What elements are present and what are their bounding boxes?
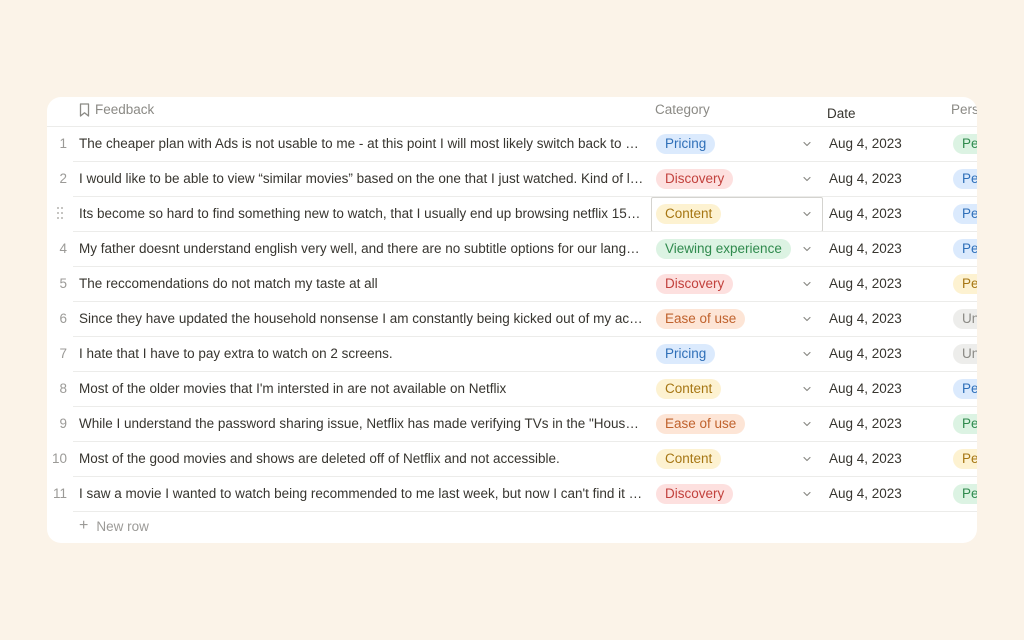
persona-tag[interactable]: Pe xyxy=(953,449,977,469)
row-number: 5 xyxy=(59,276,67,291)
row-number: 10 xyxy=(51,451,67,466)
category-cell[interactable]: Viewing experience xyxy=(651,232,823,267)
feedback-cell[interactable]: I would like to be able to view “similar… xyxy=(79,171,644,186)
date-cell[interactable]: Aug 4, 2023 xyxy=(829,171,902,186)
date-cell[interactable]: Aug 4, 2023 xyxy=(829,346,902,361)
row-number: 7 xyxy=(59,346,67,361)
category-cell[interactable]: Ease of use xyxy=(651,302,823,337)
date-cell[interactable]: Aug 4, 2023 xyxy=(829,416,902,431)
feedback-cell[interactable]: Since they have updated the household no… xyxy=(79,311,644,326)
column-header-persona[interactable]: Pers xyxy=(951,102,977,117)
feedback-cell[interactable]: My father doesnt understand english very… xyxy=(79,241,644,256)
bookmark-icon xyxy=(79,102,90,117)
category-tag: Content xyxy=(656,379,722,399)
plus-icon: + xyxy=(79,517,89,534)
date-cell[interactable]: Aug 4, 2023 xyxy=(829,486,902,501)
category-tag: Content xyxy=(656,204,722,224)
new-row-label: New row xyxy=(96,518,149,534)
table-header: Feedback Category Date Pers xyxy=(47,97,977,127)
category-cell[interactable]: Pricing xyxy=(651,127,823,162)
date-cell[interactable]: Aug 4, 2023 xyxy=(829,311,902,326)
category-tag: Discovery xyxy=(656,169,734,189)
category-cell[interactable]: Content xyxy=(651,442,823,477)
feedback-cell[interactable]: Its become so hard to find something new… xyxy=(79,206,644,221)
persona-tag[interactable]: Pe xyxy=(953,379,977,399)
category-cell[interactable]: Discovery xyxy=(651,267,823,302)
column-header-feedback-label: Feedback xyxy=(95,102,155,117)
date-cell[interactable]: Aug 4, 2023 xyxy=(829,276,902,291)
date-cell[interactable]: Aug 4, 2023 xyxy=(829,206,902,221)
table-row[interactable]: 10 Most of the good movies and shows are … xyxy=(47,442,977,477)
table-row[interactable]: 2 I would like to be able to view “simila… xyxy=(47,162,977,197)
row-number: 9 xyxy=(59,416,67,431)
column-header-category[interactable]: Category xyxy=(655,102,710,117)
feedback-cell[interactable]: I saw a movie I wanted to watch being re… xyxy=(79,486,644,501)
feedback-cell[interactable]: Most of the older movies that I'm inters… xyxy=(79,381,644,396)
table-row[interactable]: 8 Most of the older movies that I'm inter… xyxy=(47,372,977,407)
feedback-cell[interactable]: The reccomendations do not match my tast… xyxy=(79,276,644,291)
category-tag: Discovery xyxy=(656,274,734,294)
row-number: 4 xyxy=(59,241,67,256)
category-cell[interactable]: Content xyxy=(651,197,823,232)
persona-tag[interactable]: Pe xyxy=(953,274,977,294)
row-number: 11 xyxy=(52,486,67,501)
chevron-down-icon[interactable] xyxy=(803,211,811,217)
feedback-cell[interactable]: While I understand the password sharing … xyxy=(79,416,644,431)
column-header-feedback[interactable]: Feedback xyxy=(79,102,154,117)
category-cell[interactable]: Pricing xyxy=(651,337,823,372)
chevron-down-icon[interactable] xyxy=(803,281,811,287)
column-header-date[interactable]: Date xyxy=(827,106,856,121)
date-cell[interactable]: Aug 4, 2023 xyxy=(829,451,902,466)
date-cell[interactable]: Aug 4, 2023 xyxy=(829,381,902,396)
table-row[interactable]: 9 While I understand the password sharing… xyxy=(47,407,977,442)
category-cell[interactable]: Ease of use xyxy=(651,407,823,442)
row-number: 1 xyxy=(59,136,67,151)
category-cell[interactable]: Discovery xyxy=(651,477,823,512)
table-row[interactable]: 7 I hate that I have to pay extra to watc… xyxy=(47,337,977,372)
category-tag: Viewing experience xyxy=(656,239,791,259)
chevron-down-icon[interactable] xyxy=(803,351,811,357)
chevron-down-icon[interactable] xyxy=(803,176,811,182)
new-row-button[interactable]: + New row xyxy=(79,518,149,534)
table-row[interactable]: Its become so hard to find something new… xyxy=(47,197,977,232)
date-cell[interactable]: Aug 4, 2023 xyxy=(829,241,902,256)
category-tag: Discovery xyxy=(656,484,734,504)
persona-tag[interactable]: Un xyxy=(953,344,977,364)
category-tag: Content xyxy=(656,449,722,469)
chevron-down-icon[interactable] xyxy=(803,456,811,462)
feedback-cell[interactable]: The cheaper plan with Ads is not usable … xyxy=(79,136,644,151)
persona-tag[interactable]: Pe xyxy=(953,239,977,259)
category-tag: Pricing xyxy=(656,344,716,364)
feedback-cell[interactable]: Most of the good movies and shows are de… xyxy=(79,451,644,466)
date-cell[interactable]: Aug 4, 2023 xyxy=(829,136,902,151)
category-tag: Ease of use xyxy=(656,414,746,434)
persona-tag[interactable]: Un xyxy=(953,309,977,329)
table-row[interactable]: 1 The cheaper plan with Ads is not usable… xyxy=(47,127,977,162)
chevron-down-icon[interactable] xyxy=(803,491,811,497)
chevron-down-icon[interactable] xyxy=(803,316,811,322)
row-number: 6 xyxy=(59,311,67,326)
persona-tag[interactable]: Pe xyxy=(953,484,977,504)
table-row[interactable]: 4 My father doesnt understand english ver… xyxy=(47,232,977,267)
chevron-down-icon[interactable] xyxy=(803,386,811,392)
persona-tag[interactable]: Pe xyxy=(953,414,977,434)
table-row[interactable]: 6 Since they have updated the household n… xyxy=(47,302,977,337)
chevron-down-icon[interactable] xyxy=(803,141,811,147)
persona-tag[interactable]: Pe xyxy=(953,169,977,189)
chevron-down-icon[interactable] xyxy=(803,421,811,427)
row-number: 8 xyxy=(59,381,67,396)
table-row[interactable]: 11 I saw a movie I wanted to watch being … xyxy=(47,477,977,512)
category-cell[interactable]: Content xyxy=(651,372,823,407)
feedback-cell[interactable]: I hate that I have to pay extra to watch… xyxy=(79,346,644,361)
persona-tag[interactable]: Pe xyxy=(953,204,977,224)
row-number: 2 xyxy=(59,171,67,186)
persona-tag[interactable]: Pe xyxy=(953,134,977,154)
chevron-down-icon[interactable] xyxy=(803,246,811,252)
category-tag: Pricing xyxy=(656,134,716,154)
table-row[interactable]: 5 The reccomendations do not match my tas… xyxy=(47,267,977,302)
feedback-table: Feedback Category Date Pers 1 The cheaper… xyxy=(47,97,977,543)
category-tag: Ease of use xyxy=(656,309,746,329)
category-cell[interactable]: Discovery xyxy=(651,162,823,197)
drag-handle-icon[interactable] xyxy=(57,207,65,221)
